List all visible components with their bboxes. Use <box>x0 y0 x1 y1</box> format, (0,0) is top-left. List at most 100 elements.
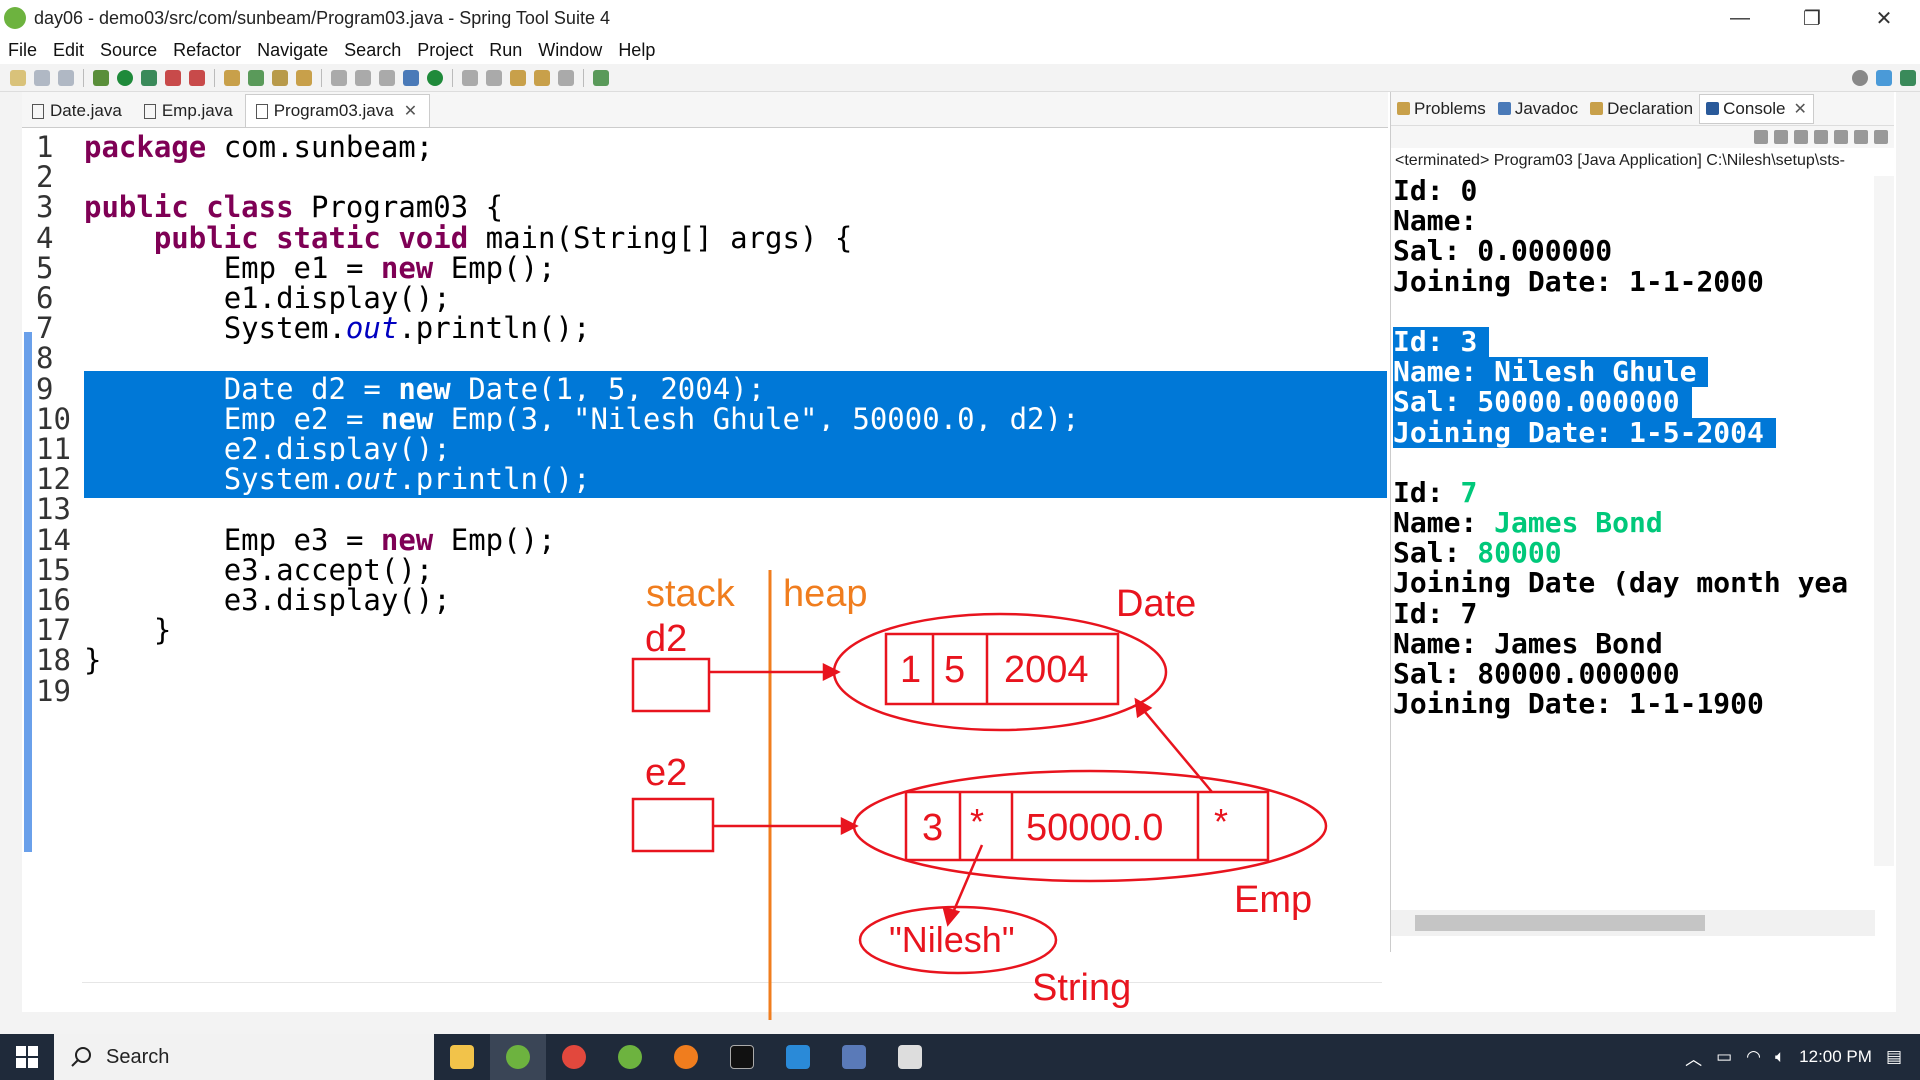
code-line[interactable]: 14 Emp e3 = new Emp(); <box>22 522 1388 557</box>
back-icon[interactable] <box>534 69 550 86</box>
scroll-lock-icon[interactable] <box>1794 130 1808 144</box>
tab-date-java[interactable]: Date.java <box>22 95 134 127</box>
console-vertical-scrollbar[interactable] <box>1874 176 1894 866</box>
coverage-icon[interactable] <box>141 69 157 86</box>
menu-file[interactable]: File <box>0 40 45 61</box>
pin-console-icon[interactable] <box>1834 130 1848 144</box>
remote-desktop-icon[interactable] <box>826 1034 882 1080</box>
clock[interactable]: 12:00 PM <box>1799 1047 1872 1067</box>
remove-all-icon[interactable] <box>1774 130 1788 144</box>
java-perspective-icon[interactable] <box>1900 69 1916 86</box>
code-editor[interactable]: 1 package com.sunbeam; 2 3 public class Prog… <box>22 129 1388 979</box>
annotation-icon[interactable] <box>355 69 371 86</box>
maximize-button[interactable]: ❐ <box>1776 0 1848 36</box>
console-output[interactable]: Id: 0 Name: Sal: 0.000000 Joining Date: 1-… <box>1393 176 1873 719</box>
next-annotation-icon[interactable] <box>462 69 478 86</box>
code-line[interactable]: 8 <box>22 340 1388 375</box>
prev-annotation-icon[interactable] <box>486 69 502 86</box>
code-line[interactable]: 12 System.out.println(); <box>22 461 1388 499</box>
menu-help[interactable]: Help <box>610 40 663 61</box>
new-package-icon[interactable] <box>248 69 264 86</box>
spring-boot-icon[interactable] <box>427 69 443 86</box>
menu-edit[interactable]: Edit <box>45 40 92 61</box>
toggle-mark-icon[interactable] <box>331 69 347 86</box>
code-line[interactable]: 13 <box>22 491 1388 526</box>
save-all-icon[interactable] <box>58 69 74 86</box>
tab-problems[interactable]: Problems <box>1391 99 1492 119</box>
code-line[interactable]: 11 e2.display(); <box>22 431 1388 468</box>
code-line[interactable]: 15 e3.accept(); <box>22 552 1388 587</box>
battery-icon[interactable]: ▭ <box>1716 1047 1732 1067</box>
last-edit-icon[interactable] <box>510 69 526 86</box>
close-icon[interactable]: ✕ <box>1794 99 1807 119</box>
perspective-icon[interactable] <box>1876 69 1892 86</box>
minimize-button[interactable]: — <box>1704 0 1776 36</box>
start-button[interactable] <box>0 1034 54 1080</box>
wifi-icon[interactable]: ◠ <box>1746 1047 1761 1067</box>
chevron-up-icon[interactable]: ︿ <box>1685 1045 1702 1070</box>
open-console-icon[interactable] <box>1874 130 1888 144</box>
editor-pane: Date.java Emp.java Program03.java ✕ 1 pac… <box>22 92 1388 1012</box>
taskbar-search[interactable]: Search <box>54 1034 434 1080</box>
word-wrap-icon[interactable] <box>1814 130 1828 144</box>
save-icon[interactable] <box>34 69 50 86</box>
menu-source[interactable]: Source <box>92 40 165 61</box>
editor-horizontal-scrollbar[interactable] <box>82 982 1382 1006</box>
vscode-icon[interactable] <box>770 1034 826 1080</box>
code-line[interactable]: 19 <box>22 673 1388 708</box>
external-tools-icon[interactable] <box>189 69 205 86</box>
code-line[interactable]: 10 Emp e2 = new Emp(3, "Nilesh Ghule", 5… <box>22 400 1388 438</box>
debug-icon[interactable] <box>93 69 109 86</box>
notifications-icon[interactable]: ▤ <box>1886 1047 1902 1067</box>
whitespace-icon[interactable] <box>379 69 395 86</box>
code-line[interactable]: 7 System.out.println(); <box>22 310 1388 345</box>
chrome-icon[interactable] <box>546 1034 602 1080</box>
scrollbar-thumb[interactable] <box>1415 915 1705 931</box>
code-line[interactable]: 16 e3.display(); <box>22 582 1388 617</box>
close-icon[interactable]: ✕ <box>404 101 417 121</box>
forward-icon[interactable] <box>558 69 574 86</box>
code-line[interactable]: 9 Date d2 = new Date(1, 5, 2004); <box>22 370 1388 408</box>
menu-run[interactable]: Run <box>481 40 530 61</box>
new-icon[interactable] <box>10 69 26 86</box>
open-type-icon[interactable] <box>272 69 288 86</box>
tab-program03-java[interactable]: Program03.java ✕ <box>244 94 431 127</box>
menu-project[interactable]: Project <box>409 40 481 61</box>
tab-emp-java[interactable]: Emp.java <box>134 95 245 127</box>
console-horizontal-scrollbar[interactable] <box>1391 910 1875 936</box>
code-line[interactable]: 3 public class Program03 { <box>22 189 1388 224</box>
code-line[interactable]: 2 <box>22 159 1388 194</box>
menu-search[interactable]: Search <box>336 40 409 61</box>
menu-navigate[interactable]: Navigate <box>249 40 336 61</box>
search-tool-icon[interactable] <box>296 69 312 86</box>
tab-console[interactable]: Console ✕ <box>1699 93 1814 124</box>
menu-window[interactable]: Window <box>530 40 610 61</box>
console-tool-icon[interactable] <box>403 69 419 86</box>
new-java-project-icon[interactable] <box>224 69 240 86</box>
firefox-icon[interactable] <box>658 1034 714 1080</box>
close-button[interactable]: ✕ <box>1848 0 1920 36</box>
code-line[interactable]: 18} <box>22 642 1388 677</box>
tab-declaration[interactable]: Declaration <box>1584 99 1699 119</box>
remove-launch-icon[interactable] <box>1754 130 1768 144</box>
screen-capture-icon[interactable] <box>882 1034 938 1080</box>
code-line[interactable]: 17 } <box>22 612 1388 647</box>
spring-tool-suite-taskbar-icon[interactable] <box>490 1034 546 1080</box>
tab-javadoc[interactable]: Javadoc <box>1492 99 1584 119</box>
search-icon[interactable] <box>1852 69 1868 86</box>
spring-icon[interactable] <box>602 1034 658 1080</box>
menu-refactor[interactable]: Refactor <box>165 40 249 61</box>
code-line[interactable]: 1 package com.sunbeam; <box>22 129 1388 164</box>
display-console-icon[interactable] <box>1854 130 1868 144</box>
code-line[interactable]: 4 public static void main(String[] args)… <box>22 220 1388 255</box>
java-file-icon <box>143 103 156 119</box>
volume-icon[interactable]: 🔈︎ <box>1775 1047 1785 1067</box>
stop-icon[interactable] <box>165 69 181 86</box>
file-explorer-icon[interactable] <box>434 1034 490 1080</box>
code-line[interactable]: 5 Emp e1 = new Emp(); <box>22 250 1388 285</box>
code-line[interactable]: 6 e1.display(); <box>22 280 1388 315</box>
pin-editor-icon[interactable] <box>593 69 609 86</box>
console-value: 7 <box>1460 477 1478 509</box>
run-icon[interactable] <box>117 69 133 86</box>
terminal-icon[interactable] <box>714 1034 770 1080</box>
